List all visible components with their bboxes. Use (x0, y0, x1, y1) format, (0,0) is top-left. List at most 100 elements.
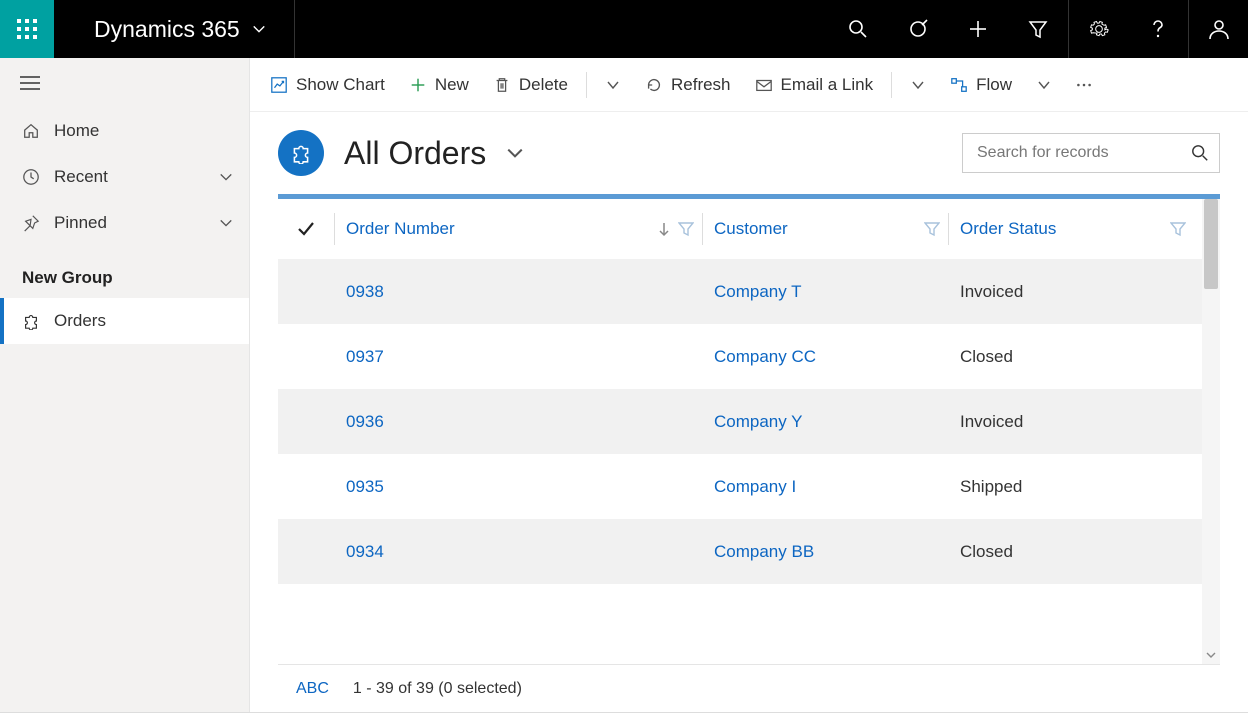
new-button[interactable]: New (399, 69, 479, 101)
sidebar-item-home[interactable]: Home (0, 108, 249, 154)
grid: Order Number Customer Order Status (250, 194, 1248, 712)
top-bar: Dynamics 365 (0, 0, 1248, 58)
select-all-toggle[interactable] (278, 199, 334, 259)
gear-icon (1089, 19, 1109, 39)
nav-collapse-button[interactable] (0, 58, 249, 108)
show-chart-button[interactable]: Show Chart (260, 69, 395, 101)
column-order-number[interactable]: Order Number (334, 199, 702, 259)
search-icon (848, 19, 868, 39)
sidebar: Home Recent Pinned New Group Orders (0, 58, 250, 712)
cell-order-number[interactable]: 0936 (334, 412, 702, 432)
separator (586, 72, 587, 98)
grid-scrollbar[interactable] (1202, 199, 1220, 664)
cell-status: Invoiced (948, 412, 1194, 432)
flow-button[interactable]: Flow (940, 69, 1022, 101)
scrollbar-thumb[interactable] (1204, 199, 1218, 289)
sidebar-item-recent[interactable]: Recent (0, 154, 249, 200)
clock-icon (22, 168, 40, 186)
sidebar-item-label: Pinned (54, 213, 205, 233)
search-records-box[interactable] (962, 133, 1220, 173)
entity-badge (278, 130, 324, 176)
funnel-icon[interactable] (678, 221, 694, 237)
column-order-status[interactable]: Order Status (948, 199, 1194, 259)
view-switcher[interactable] (506, 144, 524, 162)
table-row[interactable]: 0935Company IShipped (278, 454, 1202, 519)
chevron-down-icon (219, 216, 233, 230)
sidebar-item-pinned[interactable]: Pinned (0, 200, 249, 246)
target-icon (908, 19, 928, 39)
help-button[interactable] (1128, 0, 1188, 58)
app-launcher-button[interactable] (0, 0, 54, 58)
record-count: 1 - 39 of 39 (0 selected) (353, 680, 522, 698)
table-row[interactable]: 0936Company YInvoiced (278, 389, 1202, 454)
alpha-filter[interactable]: ABC (296, 680, 329, 698)
cell-customer[interactable]: Company Y (702, 412, 948, 432)
funnel-icon (1028, 19, 1048, 39)
table-row[interactable]: 0938Company TInvoiced (278, 259, 1202, 324)
content-area: Show Chart New Delete Refresh (250, 58, 1248, 712)
ellipsis-icon (1076, 82, 1092, 88)
cmd-label: New (435, 75, 469, 95)
email-link-button[interactable]: Email a Link (745, 69, 884, 101)
delete-button[interactable]: Delete (483, 69, 578, 101)
chart-icon (270, 76, 288, 94)
cmd-label: Delete (519, 75, 568, 95)
search-icon[interactable] (1191, 144, 1209, 162)
trash-icon (493, 76, 511, 94)
funnel-icon[interactable] (924, 221, 940, 237)
command-bar: Show Chart New Delete Refresh (250, 58, 1248, 112)
pin-icon (22, 214, 40, 232)
cell-order-number[interactable]: 0938 (334, 282, 702, 302)
mail-icon (755, 76, 773, 94)
email-dropdown[interactable] (900, 70, 936, 100)
delete-dropdown[interactable] (595, 70, 631, 100)
sort-desc-icon[interactable] (656, 221, 672, 237)
task-button[interactable] (888, 0, 948, 58)
cell-customer[interactable]: Company BB (702, 542, 948, 562)
sidebar-group-label: New Group (0, 246, 249, 298)
hamburger-icon (20, 75, 40, 91)
settings-button[interactable] (1068, 0, 1128, 58)
cell-order-number[interactable]: 0935 (334, 477, 702, 497)
flow-dropdown[interactable] (1026, 70, 1062, 100)
filter-button[interactable] (1008, 0, 1068, 58)
cell-order-number[interactable]: 0937 (334, 347, 702, 367)
puzzle-icon (22, 312, 40, 330)
view-header: All Orders (250, 112, 1248, 194)
cell-customer[interactable]: Company T (702, 282, 948, 302)
flow-icon (950, 76, 968, 94)
column-customer[interactable]: Customer (702, 199, 948, 259)
checkmark-icon (296, 219, 316, 239)
puzzle-icon (290, 142, 312, 164)
account-button[interactable] (1188, 0, 1248, 58)
sidebar-item-label: Orders (54, 311, 106, 331)
brand-switcher[interactable]: Dynamics 365 (54, 0, 295, 58)
search-input[interactable] (977, 144, 1191, 162)
add-button[interactable] (948, 0, 1008, 58)
table-row[interactable]: 0934Company BBClosed (278, 519, 1202, 584)
cell-status: Closed (948, 542, 1194, 562)
column-headers: Order Number Customer Order Status (278, 199, 1202, 259)
funnel-icon[interactable] (1170, 221, 1186, 237)
table-row[interactable]: 0937Company CCClosed (278, 324, 1202, 389)
question-icon (1148, 19, 1168, 39)
refresh-button[interactable]: Refresh (635, 69, 741, 101)
plus-icon (409, 76, 427, 94)
sidebar-item-label: Home (54, 121, 233, 141)
sidebar-item-orders[interactable]: Orders (0, 298, 249, 344)
cell-customer[interactable]: Company CC (702, 347, 948, 367)
scroll-down-button[interactable] (1202, 650, 1220, 660)
more-commands-button[interactable] (1066, 76, 1102, 94)
cell-order-number[interactable]: 0934 (334, 542, 702, 562)
sidebar-item-label: Recent (54, 167, 205, 187)
person-icon (1208, 18, 1230, 40)
chevron-down-icon (1206, 650, 1216, 660)
search-button[interactable] (828, 0, 888, 58)
separator (891, 72, 892, 98)
cmd-label: Refresh (671, 75, 731, 95)
cell-status: Closed (948, 347, 1194, 367)
cmd-label: Show Chart (296, 75, 385, 95)
plus-icon (968, 19, 988, 39)
cell-status: Invoiced (948, 282, 1194, 302)
cell-customer[interactable]: Company I (702, 477, 948, 497)
